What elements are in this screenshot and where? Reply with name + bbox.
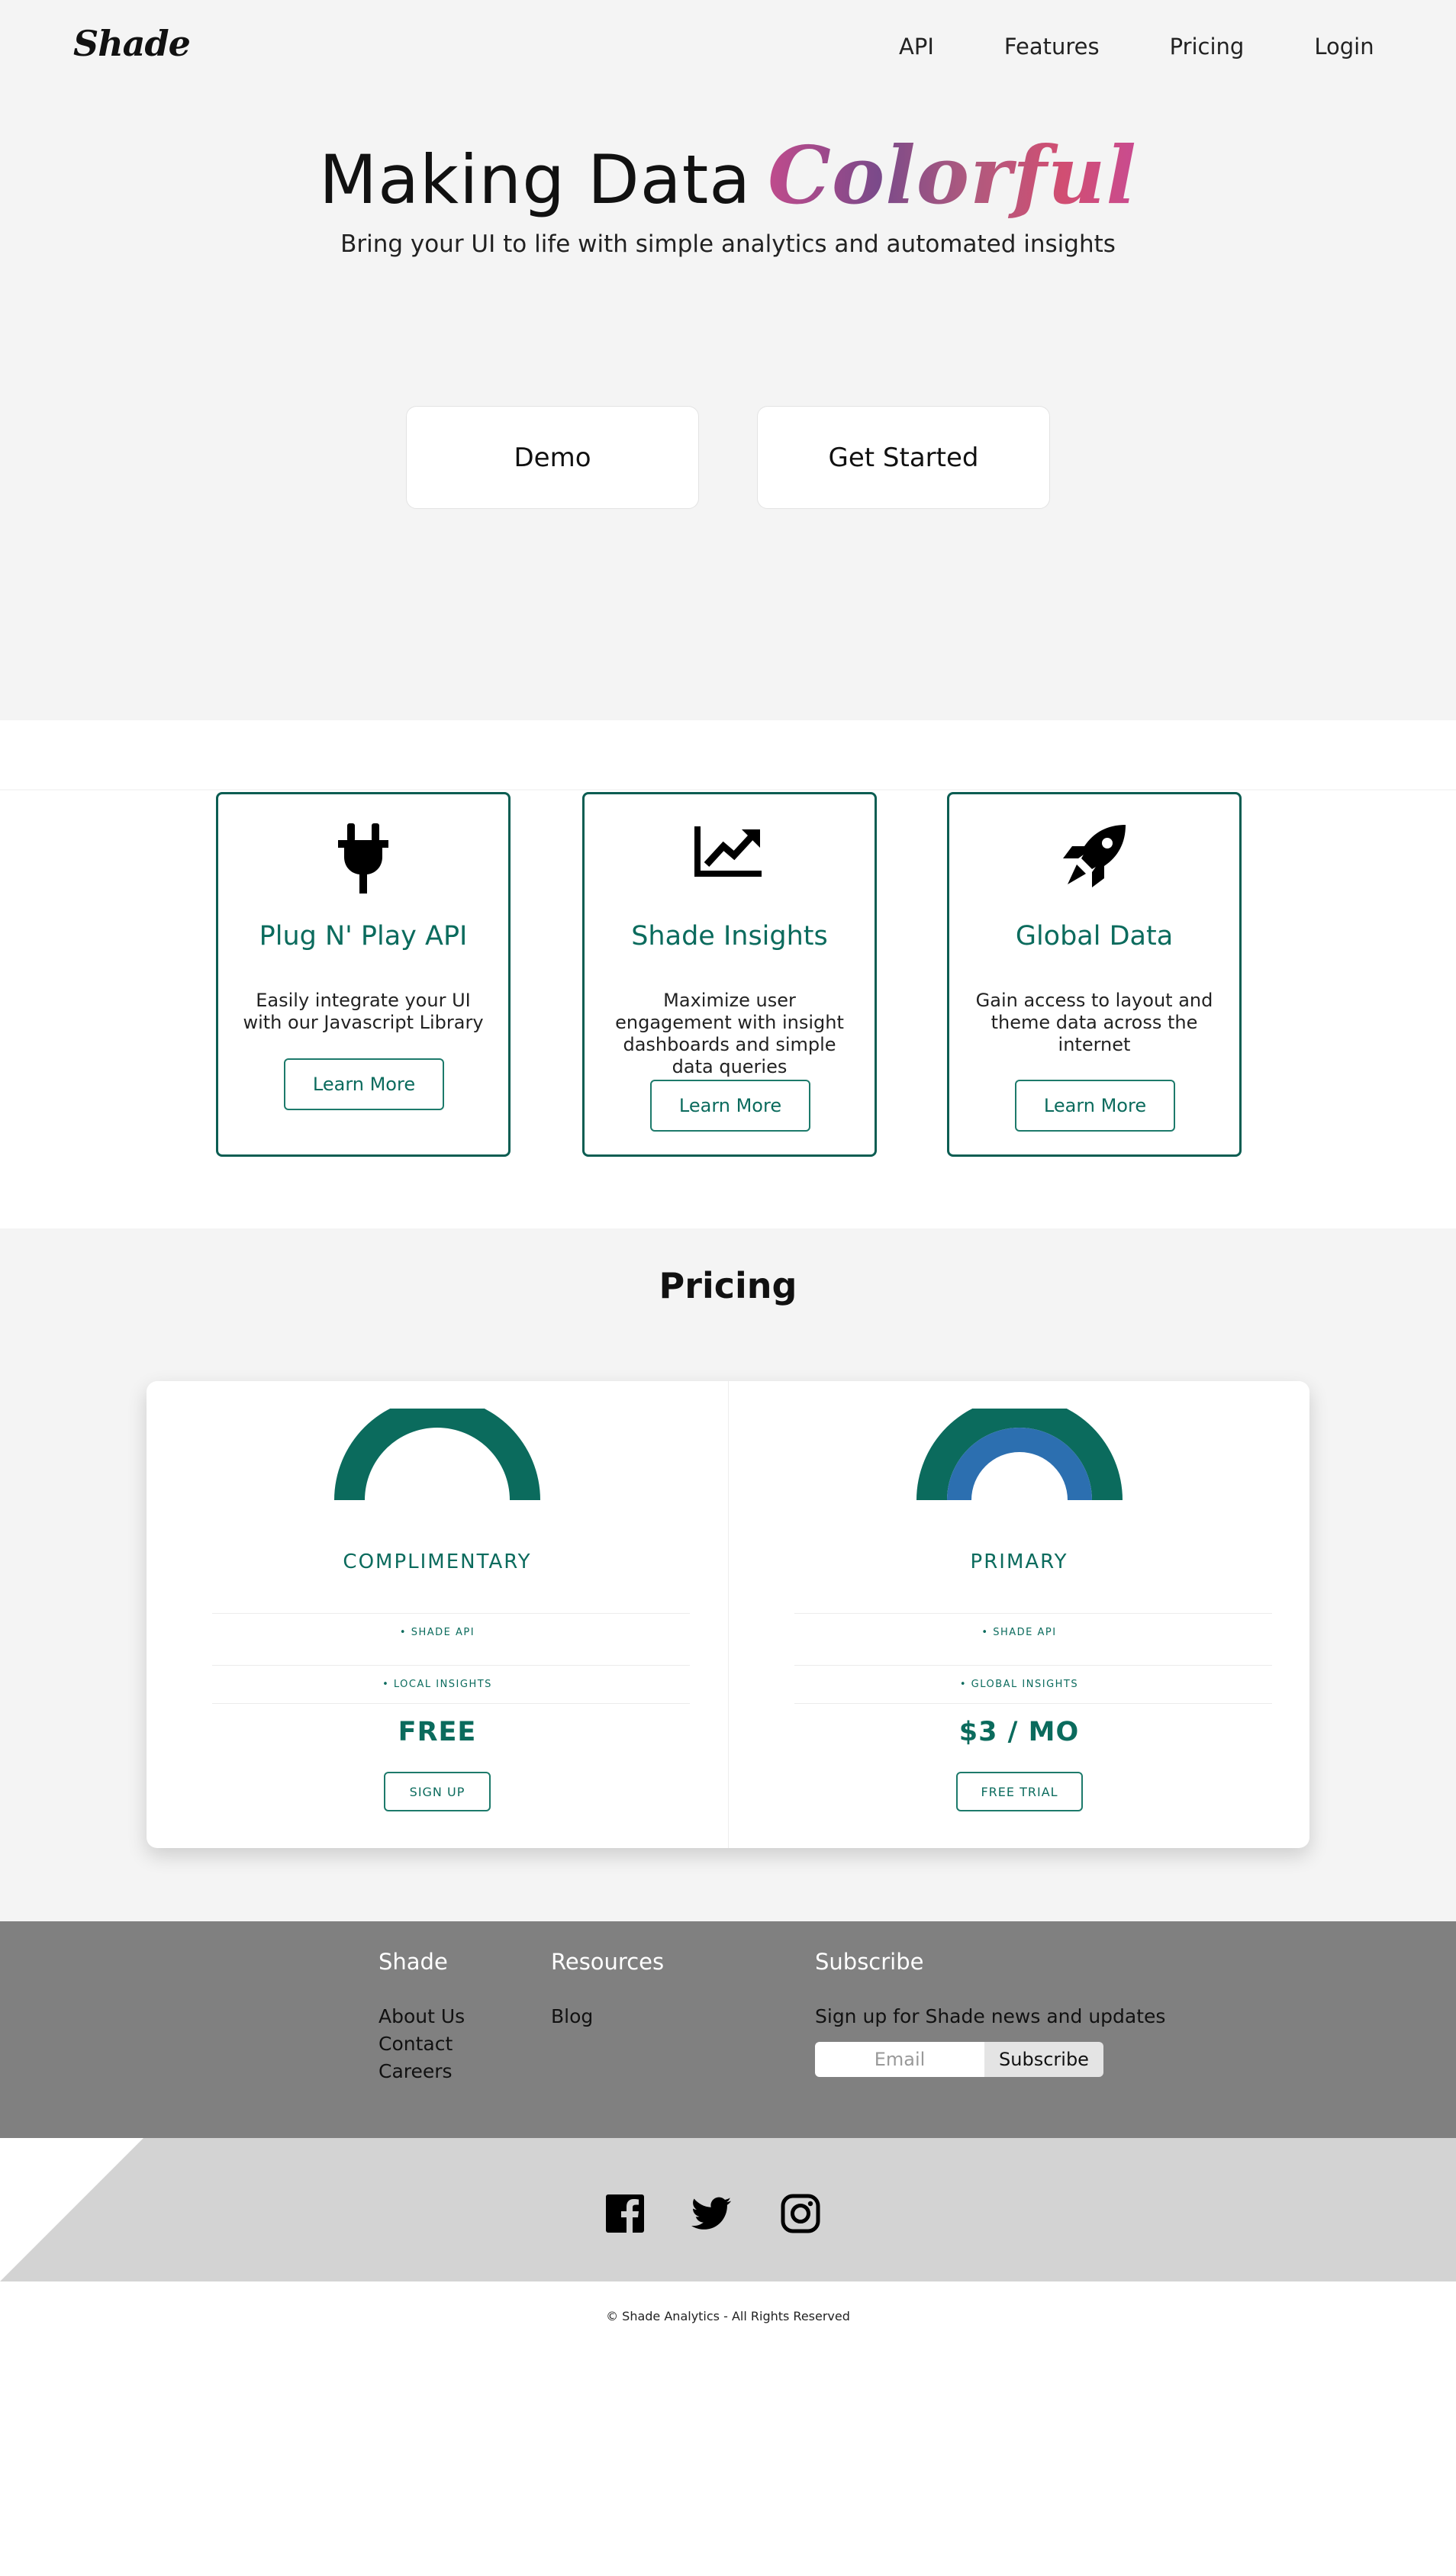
divider — [212, 1665, 690, 1666]
learn-more-button[interactable]: Learn More — [650, 1080, 810, 1132]
feature-description: Maximize user engagement with insight da… — [615, 990, 844, 1077]
pricing-section: Pricing COMPLIMENTARY • SHADE API • LOCA… — [0, 1228, 1456, 1921]
footer-link-contact[interactable]: Contact — [378, 2033, 453, 2055]
email-input[interactable] — [815, 2042, 984, 2077]
main-nav: API Features Pricing Login — [899, 34, 1374, 60]
feature-card-insights: Shade Insights Maximize user engagement … — [582, 792, 877, 1157]
plan-price: $3 / MO — [958, 1717, 1080, 1747]
footer-link-about[interactable]: About Us — [378, 2005, 465, 2027]
pricing-title: Pricing — [659, 1265, 797, 1306]
twitter-icon[interactable] — [691, 2193, 733, 2234]
subscribe-button[interactable]: Subscribe — [984, 2042, 1103, 2077]
plan-feature: • LOCAL INSIGHTS — [382, 1679, 492, 1690]
section-divider — [0, 789, 1456, 791]
subscribe-text: Sign up for Shade news and updates — [815, 2005, 1166, 2027]
plan-complimentary: COMPLIMENTARY • SHADE API • LOCAL INSIGH… — [147, 1381, 728, 1848]
feature-description: Easily integrate your UI with our Javasc… — [243, 990, 484, 1033]
footer-heading-subscribe: Subscribe — [815, 1949, 924, 1975]
plan-feature: • GLOBAL INSIGHTS — [959, 1679, 1079, 1690]
divider — [794, 1703, 1272, 1704]
chart-line-icon — [585, 823, 875, 900]
feature-description: Gain access to layout and theme data acr… — [975, 990, 1213, 1055]
nav-link-api[interactable]: API — [899, 34, 934, 60]
learn-more-button[interactable]: Learn More — [1015, 1080, 1175, 1132]
feature-title: Shade Insights — [631, 921, 828, 952]
features-section: Plug N' Play API Easily integrate your U… — [0, 720, 1456, 1228]
free-trial-button[interactable]: FREE TRIAL — [956, 1772, 1083, 1811]
hero-subheadline: Bring your UI to life with simple analyt… — [340, 230, 1116, 258]
copyright: © Shade Analytics - All Rights Reserved — [606, 2309, 850, 2323]
hero-headline-accent: Colorful — [768, 128, 1137, 222]
plan-gauge — [334, 1409, 540, 1500]
plan-name: PRIMARY — [970, 1550, 1068, 1573]
plan-gauge — [916, 1409, 1123, 1500]
plan-name: COMPLIMENTARY — [343, 1550, 532, 1573]
rocket-icon — [949, 823, 1239, 900]
divider — [212, 1703, 690, 1704]
feature-card-global: Global Data Gain access to layout and th… — [947, 792, 1242, 1157]
logo[interactable]: Shade — [73, 23, 191, 64]
nav-link-login[interactable]: Login — [1314, 34, 1374, 60]
nav-link-pricing[interactable]: Pricing — [1170, 34, 1245, 60]
divider — [212, 1613, 690, 1614]
learn-more-button[interactable]: Learn More — [284, 1058, 444, 1110]
hero-headline: Making Data Colorful — [0, 128, 1456, 222]
demo-button[interactable]: Demo — [406, 406, 699, 509]
feature-title: Plug N' Play API — [259, 921, 468, 952]
pricing-card: COMPLIMENTARY • SHADE API • LOCAL INSIGH… — [147, 1381, 1309, 1848]
sign-up-button[interactable]: SIGN UP — [384, 1772, 491, 1811]
footer-heading-resources: Resources — [551, 1949, 665, 1975]
social-bar — [0, 2138, 1456, 2281]
footer: Shade About Us Contact Careers Resources… — [0, 1921, 1456, 2138]
facebook-icon[interactable] — [604, 2193, 646, 2234]
plan-feature: • SHADE API — [399, 1627, 475, 1638]
footer-link-blog[interactable]: Blog — [551, 2005, 593, 2027]
instagram-icon[interactable] — [780, 2193, 821, 2234]
plug-icon — [218, 823, 508, 900]
footer-link-careers[interactable]: Careers — [378, 2060, 453, 2082]
decorative-corner — [0, 2138, 143, 2281]
nav-link-features[interactable]: Features — [1004, 34, 1100, 60]
footer-heading-shade: Shade — [378, 1949, 448, 1975]
hero-section: Shade API Features Pricing Login Making … — [0, 0, 1456, 720]
plan-feature: • SHADE API — [981, 1627, 1057, 1638]
feature-title: Global Data — [1015, 921, 1174, 952]
hero-headline-text: Making Data — [319, 140, 752, 219]
divider — [794, 1613, 1272, 1614]
get-started-button[interactable]: Get Started — [757, 406, 1050, 509]
divider — [794, 1665, 1272, 1666]
feature-card-api: Plug N' Play API Easily integrate your U… — [216, 792, 511, 1157]
plan-primary: PRIMARY • SHADE API • GLOBAL INSIGHTS $3… — [728, 1381, 1309, 1848]
plan-price: FREE — [398, 1717, 477, 1747]
